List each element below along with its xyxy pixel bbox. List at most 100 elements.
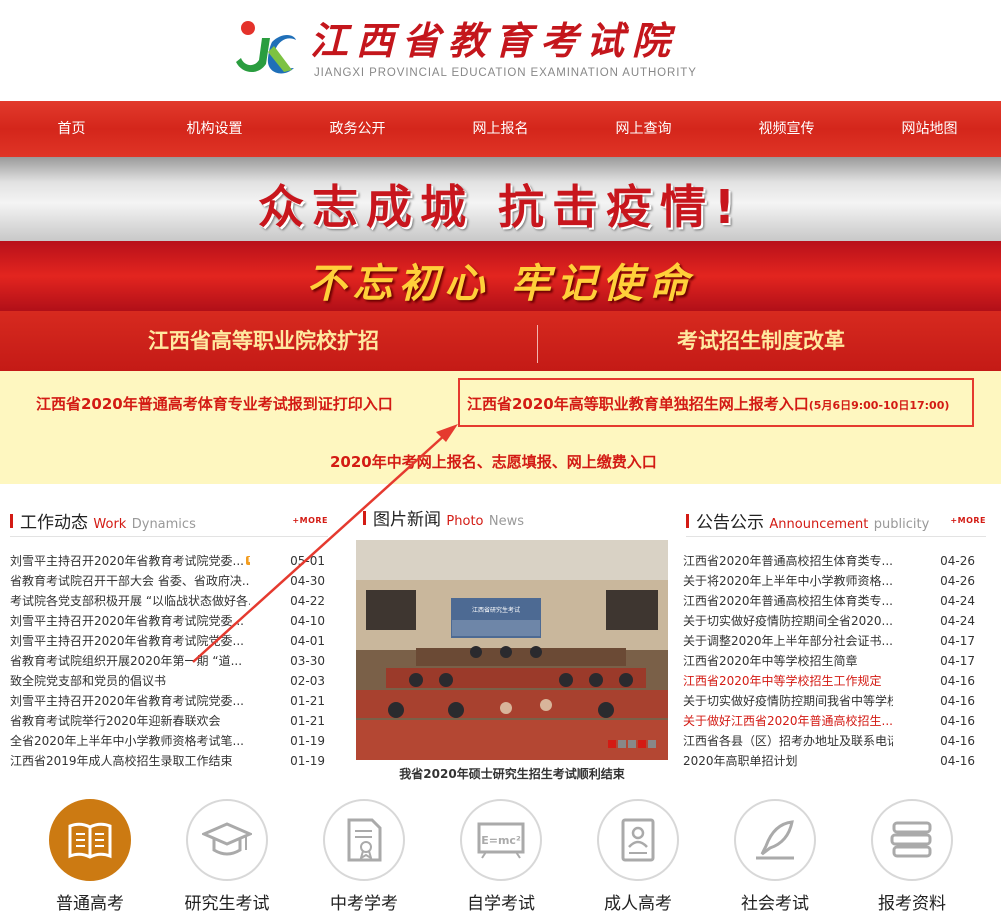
- work-row[interactable]: 省教育考试院召开干部大会 省委、省政府决...NEW 04-30: [10, 571, 325, 591]
- exam-materials-button[interactable]: 报考资料: [870, 799, 954, 914]
- work-date: 05-01: [290, 554, 325, 568]
- notice-section-header: 公告公示 Announcement publicity +MORE: [686, 508, 986, 538]
- adult-exam-button[interactable]: 成人高考: [596, 799, 680, 914]
- screen-text: 江西省研究生考试: [472, 606, 520, 614]
- divider: [10, 536, 328, 537]
- vocational-expansion-link[interactable]: 江西省高等职业院校扩招: [148, 325, 379, 355]
- work-row[interactable]: 刘雪平主持召开2020年省教育考试院党委... 01-21: [10, 691, 325, 711]
- vocational-registration-text: 江西省2020年高等职业教育单独招生网上报考入口: [467, 395, 809, 413]
- exam-reform-link[interactable]: 考试招生制度改革: [677, 325, 845, 355]
- work-title: 刘雪平主持召开2020年省教育考试院党委...: [10, 611, 250, 631]
- notice-row[interactable]: 江西省各县（区）招考办地址及联系电话... 04-16: [683, 731, 975, 751]
- news-photo[interactable]: 江西省研究生考试: [356, 540, 668, 760]
- notice-title: 关于切实做好疫情防控期间我省中等学校...: [683, 691, 893, 711]
- social-exam-label: 社会考试: [741, 894, 809, 914]
- work-more-link[interactable]: +MORE: [292, 516, 328, 525]
- notice-title: 江西省各县（区）招考办地址及联系电话...: [683, 731, 893, 751]
- notice-row[interactable]: 江西省2020年中等学校招生工作规定 04-16: [683, 671, 975, 691]
- nav-online-query[interactable]: 网上查询: [572, 101, 715, 157]
- notice-row[interactable]: 关于做好江西省2020年普通高校招生... 04-16: [683, 711, 975, 731]
- work-row[interactable]: 省教育考试院组织开展2020年第一期 “道... 03-30: [10, 651, 325, 671]
- mission-banner[interactable]: 不忘初心 牢记使命: [0, 241, 1001, 311]
- work-date: 04-30: [290, 574, 325, 588]
- work-title-text: 省教育考试院举行2020年迎新春联欢会: [10, 714, 221, 728]
- work-title-text: 全省2020年上半年中小学教师资格考试笔...: [10, 734, 244, 748]
- nav-video[interactable]: 视频宣传: [715, 101, 858, 157]
- photo-section-header: 图片新闻 Photo News: [363, 505, 663, 535]
- notice-title-en1: Announcement: [769, 517, 869, 532]
- work-title: 省教育考试院举行2020年迎新春联欢会: [10, 711, 250, 731]
- notice-title-text: 2020年高职单招计划: [683, 754, 798, 768]
- notice-row[interactable]: 江西省2020年普通高校招生体育类专... 04-26: [683, 551, 975, 571]
- work-row[interactable]: 刘雪平主持召开2020年省教育考试院党委... 04-01: [10, 631, 325, 651]
- svg-text:E=mc²: E=mc²: [481, 834, 521, 847]
- section-marker: [10, 514, 13, 528]
- social-exam-button[interactable]: 社会考试: [733, 799, 817, 914]
- zhongkao-button[interactable]: 中考学考: [322, 799, 406, 914]
- self-study-label: 自学考试: [467, 894, 535, 914]
- adult-exam-label: 成人高考: [604, 894, 672, 914]
- section-title: 公告公示 Announcement publicity: [696, 508, 929, 533]
- work-title: 工作动态: [20, 513, 88, 533]
- work-row[interactable]: 刘雪平主持召开2020年省教育考试院党委...NEW 05-01: [10, 551, 325, 571]
- notice-row[interactable]: 江西省2020年普通高校招生体育类专... 04-24: [683, 591, 975, 611]
- work-date: 03-30: [290, 654, 325, 668]
- work-title-text: 刘雪平主持召开2020年省教育考试院党委...: [10, 634, 244, 648]
- notice-title-en2: publicity: [873, 517, 930, 532]
- notice-date: 04-24: [940, 594, 975, 608]
- work-row[interactable]: 省教育考试院举行2020年迎新春联欢会 01-21: [10, 711, 325, 731]
- work-row[interactable]: 刘雪平主持召开2020年省教育考试院党委... 04-10: [10, 611, 325, 631]
- notice-row[interactable]: 关于将2020年上半年中小学教师资格... 04-26: [683, 571, 975, 591]
- stacked-books-icon: [871, 799, 953, 881]
- self-study-button[interactable]: E=mc² 自学考试: [459, 799, 543, 914]
- epidemic-banner[interactable]: 众志成城 抗击疫情!: [0, 157, 1001, 241]
- nav-online-registration[interactable]: 网上报名: [429, 101, 572, 157]
- zhongkao-registration-link[interactable]: 2020年中考网上报名、志愿填报、网上缴费入口: [330, 451, 657, 472]
- notice-row[interactable]: 关于调整2020年上半年部分社会证书... 04-17: [683, 631, 975, 651]
- notice-title-text: 江西省2020年中等学校招生工作规定: [683, 674, 882, 688]
- nav-home[interactable]: 首页: [0, 101, 143, 157]
- work-title-en2: Dynamics: [131, 517, 196, 532]
- notice-row[interactable]: 关于切实做好疫情防控期间我省中等学校... 04-16: [683, 691, 975, 711]
- notice-date: 04-17: [940, 634, 975, 648]
- notice-title-text: 江西省2020年普通高校招生体育类专...: [683, 594, 893, 608]
- work-row[interactable]: 全省2020年上半年中小学教师资格考试笔... 01-19: [10, 731, 325, 751]
- notice-more-link[interactable]: +MORE: [950, 516, 986, 525]
- work-title-en1: Work: [93, 517, 127, 532]
- notice-list: 江西省2020年普通高校招生体育类专... 04-26 关于将2020年上半年中小学…: [683, 551, 975, 771]
- notice-row[interactable]: 关于切实做好疫情防控期间全省2020... 04-24: [683, 611, 975, 631]
- notice-title-text: 江西省2020年普通高校招生体育类专...: [683, 554, 893, 568]
- work-row[interactable]: 致全院党支部和党员的倡议书 02-03: [10, 671, 325, 691]
- section-title: 工作动态 Work Dynamics: [20, 508, 196, 533]
- formula-board-icon: E=mc²: [460, 799, 542, 881]
- work-title: 刘雪平主持召开2020年省教育考试院党委...NEW: [10, 551, 250, 571]
- vocational-registration-time: (5月6日9:00-10日17:00): [808, 399, 950, 412]
- new-badge: NEW: [245, 556, 250, 565]
- notice-row[interactable]: 2020年高职单招计划 04-16: [683, 751, 975, 771]
- work-row[interactable]: 考试院各党支部积极开展 “以临战状态做好各... 04-22: [10, 591, 325, 611]
- notice-row[interactable]: 江西省2020年中等学校招生简章 04-17: [683, 651, 975, 671]
- notice-date: 04-16: [940, 754, 975, 768]
- vocational-registration-link[interactable]: 江西省2020年高等职业教育单独招生网上报考入口(5月6日9:00-10日17:…: [467, 393, 949, 414]
- certificate-document-icon: [323, 799, 405, 881]
- photo-caption[interactable]: 我省2020年硕士研究生招生考试顺利结束: [356, 765, 668, 782]
- photo-title-en2: News: [488, 514, 525, 529]
- work-title-text: 刘雪平主持召开2020年省教育考试院党委...: [10, 614, 244, 628]
- gaokao-button[interactable]: 普通高考: [48, 799, 132, 914]
- jx-logo-icon[interactable]: [232, 18, 298, 80]
- work-title-text: 考试院各党支部积极开展 “以临战状态做好各...: [10, 594, 250, 608]
- notice-title: 关于切实做好疫情防控期间全省2020...: [683, 611, 893, 631]
- nav-organization[interactable]: 机构设置: [143, 101, 286, 157]
- notice-title: 公告公示: [696, 513, 764, 533]
- work-title: 刘雪平主持召开2020年省教育考试院党委...: [10, 631, 250, 651]
- graduate-exam-button[interactable]: 研究生考试: [185, 799, 270, 914]
- banner-divider: [537, 325, 538, 363]
- section-title: 图片新闻 Photo News: [373, 505, 524, 530]
- work-row[interactable]: 江西省2019年成人高校招生录取工作结束 01-19: [10, 751, 325, 771]
- notice-title-text: 关于调整2020年上半年部分社会证书...: [683, 634, 893, 648]
- work-date: 01-21: [290, 694, 325, 708]
- nav-government-affairs[interactable]: 政务公开: [286, 101, 429, 157]
- nav-sitemap[interactable]: 网站地图: [858, 101, 1001, 157]
- sports-admission-print-link[interactable]: 江西省2020年普通高考体育专业考试报到证打印入口: [36, 393, 393, 414]
- work-title: 全省2020年上半年中小学教师资格考试笔...: [10, 731, 250, 751]
